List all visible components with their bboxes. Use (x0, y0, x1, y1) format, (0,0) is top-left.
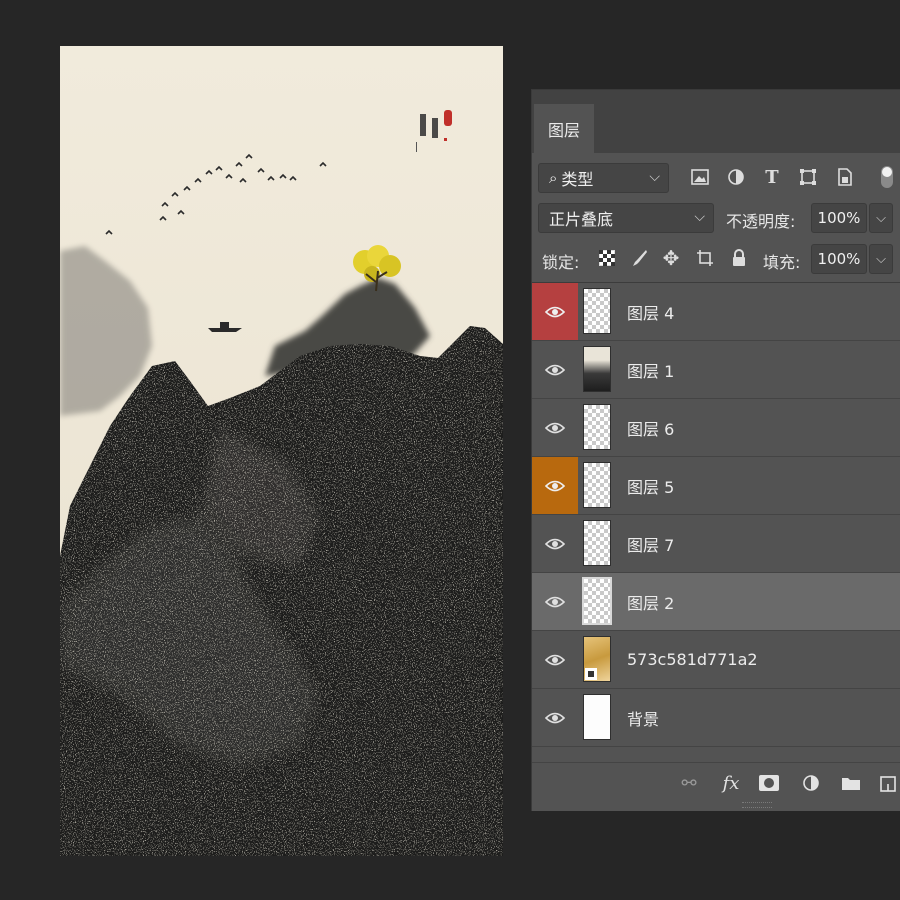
new-layer-icon[interactable] (878, 772, 900, 794)
tab-layers[interactable]: 图层 (534, 104, 594, 153)
visibility-eye-icon[interactable] (532, 631, 578, 688)
prevent-autonest-icon[interactable] (694, 247, 716, 269)
layers-panel-footer: ⚯ fx (532, 762, 900, 803)
smart-object-filter-icon[interactable] (834, 166, 856, 188)
layer-row[interactable]: 图层 5 (532, 457, 900, 515)
filter-type-value: 类型 (561, 170, 594, 189)
layer-row[interactable]: 背景 (532, 689, 900, 747)
layer-row[interactable]: 图层 1 (532, 341, 900, 399)
panel-resize-grip[interactable] (742, 802, 772, 808)
layer-name: 背景 (627, 709, 660, 729)
layer-list: 图层 4 图层 1 图层 6 图层 5 图层 7 图层 2 573c581d77… (532, 282, 900, 763)
adjustment-filter-icon[interactable] (725, 166, 747, 188)
layer-row[interactable]: 图层 7 (532, 515, 900, 573)
image-filter-icon[interactable] (689, 166, 711, 188)
panel-tab-bar: 图层 (532, 90, 900, 153)
visibility-eye-icon[interactable] (532, 283, 578, 340)
layer-name: 573c581d771a2 (627, 650, 758, 669)
visibility-eye-icon[interactable] (532, 341, 578, 398)
layer-row[interactable]: 图层 6 (532, 399, 900, 457)
layer-thumbnail (583, 636, 611, 682)
visibility-eye-icon[interactable] (532, 573, 578, 630)
visibility-eye-icon[interactable] (532, 399, 578, 456)
lock-position-icon[interactable]: ✥ (660, 246, 682, 270)
layer-name: 图层 4 (627, 303, 675, 323)
lock-transparent-pixels-icon[interactable] (596, 247, 618, 269)
layer-thumbnail (583, 462, 611, 508)
add-mask-icon[interactable] (758, 772, 780, 794)
search-icon: ⌕ (549, 169, 558, 187)
blend-mode-dropdown[interactable]: 正片叠底 ⌵ (538, 203, 714, 233)
opacity-input[interactable]: 100% (811, 203, 867, 233)
layer-thumbnail (583, 346, 611, 392)
lock-label: 锁定: (542, 253, 580, 272)
new-group-icon[interactable] (840, 772, 862, 794)
layer-thumbnail (582, 577, 612, 625)
opacity-label: 不透明度: (726, 212, 796, 231)
layer-name: 图层 2 (627, 593, 675, 613)
fill-input[interactable]: 100% (811, 244, 867, 274)
layer-thumbnail (583, 520, 611, 566)
opacity-dropdown-button[interactable]: ⌵ (869, 203, 893, 233)
type-filter-icon[interactable]: T (761, 166, 783, 188)
fill-label: 填充: (763, 253, 801, 272)
fill-dropdown-button[interactable]: ⌵ (869, 244, 893, 274)
fx-icon[interactable]: fx (720, 772, 742, 794)
layer-name: 图层 5 (627, 477, 675, 497)
visibility-eye-icon[interactable] (532, 515, 578, 572)
adjustment-layer-icon[interactable] (800, 772, 822, 794)
document-canvas[interactable] (60, 46, 503, 856)
layer-thumbnail (583, 694, 611, 740)
chevron-down-icon: ⌵ (694, 209, 705, 225)
layer-name: 图层 6 (627, 419, 675, 439)
layer-row[interactable]: 图层 2 (532, 573, 900, 631)
layer-name: 图层 1 (627, 361, 675, 381)
smart-object-badge-icon (585, 668, 597, 680)
visibility-eye-icon[interactable] (532, 689, 578, 746)
lock-all-icon[interactable] (728, 247, 750, 269)
shape-filter-icon[interactable] (797, 166, 819, 188)
link-layers-icon[interactable]: ⚯ (678, 772, 700, 794)
visibility-eye-icon[interactable] (532, 457, 578, 514)
layer-name: 图层 7 (627, 535, 675, 555)
chevron-down-icon: ⌵ (876, 251, 886, 267)
speckle-texture (60, 326, 503, 856)
ink-landscape-artwork (60, 46, 503, 856)
lock-image-pixels-icon[interactable] (628, 247, 650, 269)
layer-row[interactable]: 573c581d771a2 (532, 631, 900, 689)
chevron-down-icon: ⌵ (649, 169, 660, 185)
layer-thumbnail (583, 288, 611, 334)
filter-toggle-icon[interactable] (876, 166, 898, 188)
layer-thumbnail (583, 404, 611, 450)
layers-panel: 图层 ⌕ 类型 ⌵ T 正片叠底 ⌵ 不透明度: 100% ⌵ 锁定: ✥ 填充 (531, 89, 900, 811)
layer-row[interactable]: 图层 4 (532, 283, 900, 341)
chevron-down-icon: ⌵ (876, 210, 886, 226)
blend-mode-value: 正片叠底 (549, 210, 614, 229)
filter-type-dropdown[interactable]: ⌕ 类型 ⌵ (538, 163, 669, 193)
